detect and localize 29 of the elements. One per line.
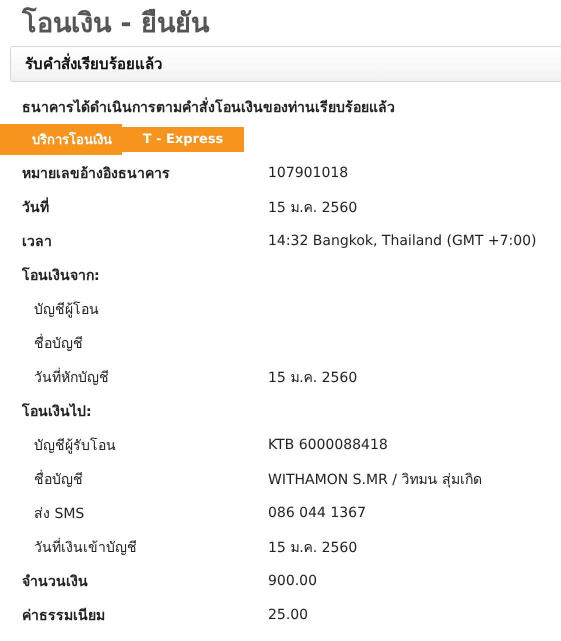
field-label: โอนเงินไป:: [20, 402, 93, 422]
field-value: 15 ม.ค. 2560: [268, 539, 358, 558]
field-label: บริการโอนเงิน: [0, 124, 122, 154]
field-label: จำนวนเงิน: [21, 573, 89, 592]
field-label: บัญชีผู้รับโอน: [33, 436, 117, 456]
status-banner: รับคำสั่งเรียบร้อยแล้ว: [10, 46, 561, 82]
field-label: วันที่: [0, 196, 268, 218]
field-label: หมายเลขอ้างอิงธนาคาร: [21, 165, 171, 184]
service-badge: T - Express: [122, 126, 244, 152]
field-value: 15 ม.ค. 2560: [268, 369, 358, 388]
field-label: ส่ง SMS: [33, 505, 86, 524]
field-value: 25.00: [268, 607, 308, 623]
field-value: 900.00: [268, 573, 317, 589]
field-label: ชื่อบัญชี: [0, 468, 268, 490]
field-value: KTB 6000088418: [268, 437, 388, 453]
field-label: ค่าธรรมเนียม: [21, 606, 106, 626]
field-label: ชื่อบัญชี: [0, 332, 268, 354]
field-label: เวลา: [21, 233, 53, 252]
field-value: 15 ม.ค. 2560: [268, 199, 358, 218]
field-value: WITHAMON S.MR / วิทมน สุ่มเกิด: [268, 471, 482, 490]
field-label: บัญชีผู้โอน: [33, 300, 100, 320]
confirmation-message: ธนาคารได้ดำเนินการตามคำสั่งโอนเงินของท่านเรียบร้อยแล้ว: [22, 94, 561, 120]
field-value: 086 044 1367: [268, 505, 366, 521]
field-label: โอนเงินจาก:: [20, 266, 101, 286]
field-value: 107901018: [268, 165, 348, 181]
field-value: 14:32 Bangkok, Thailand (GMT +7:00): [268, 233, 537, 249]
page-title: โอนเงิน - ยืนยัน: [22, 6, 210, 41]
field-label: วันที่เงินเข้าบัญชี: [0, 536, 268, 558]
field-label: วันที่หักบัญชี: [0, 366, 268, 388]
